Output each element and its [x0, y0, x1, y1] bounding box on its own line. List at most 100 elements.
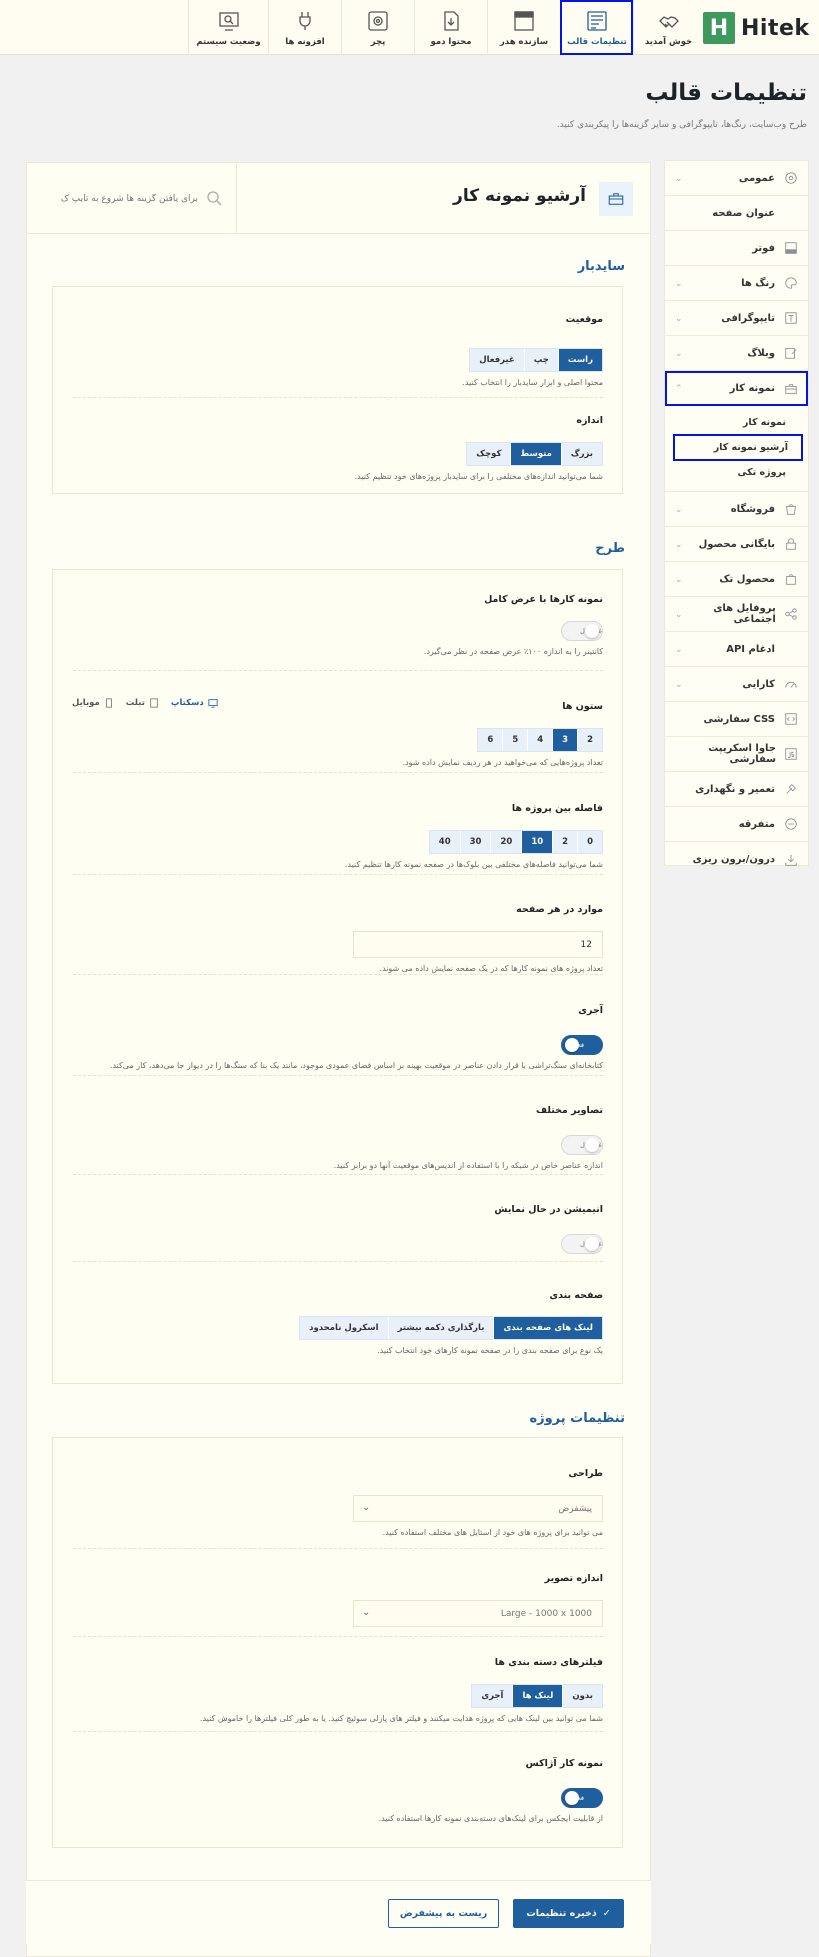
chevron-down-icon: ⌄ — [675, 540, 683, 550]
field-label: نمونه کارها با عرض کامل — [484, 594, 603, 605]
size-medium-button[interactable]: متوسط — [510, 443, 561, 465]
sidebar-item-single-product[interactable]: محصول تک ⌄ — [665, 562, 808, 597]
spacing-10-button[interactable]: 10 — [521, 831, 553, 853]
archive-lock-icon — [783, 537, 798, 552]
tab-label: سازنده هدر — [499, 36, 549, 47]
subitem-single-project[interactable]: پروژه تکی — [665, 460, 808, 485]
field-fullwidth: نمونه کارها با عرض کامل غیرفعال کانتینر … — [53, 594, 622, 656]
sidebar-item-label: عمومی — [738, 172, 775, 184]
sidebar-item-label: بایگانی محصول — [698, 538, 775, 550]
subitem-portfolio-archive[interactable]: آرشیو نمونه کار — [673, 434, 803, 461]
field-label: نمونه کار آژاکس — [525, 1758, 603, 1769]
columns-2-button[interactable]: 2 — [577, 729, 602, 751]
field-description: محتوا اصلی و ابزار سایدبار را انتخاب کنی… — [462, 378, 603, 387]
fullwidth-toggle[interactable]: غیرفعال — [561, 621, 603, 641]
field-mixed-images: تصاویر مختلف غیرفعال اندازه عناصر خاص در… — [53, 1105, 622, 1170]
save-settings-button[interactable]: ✓ ذخیره تنظیمات — [513, 1899, 624, 1928]
sidebar-item-portfolio[interactable]: نمونه کار ⌃ — [665, 371, 808, 406]
sidebar-item-shop[interactable]: فروشگاه ⌄ — [665, 492, 808, 527]
chevron-down-icon: ⌄ — [675, 174, 683, 184]
spacing-40-button[interactable]: 40 — [430, 831, 460, 853]
import-document-icon — [444, 10, 459, 31]
sidebar-item-colors[interactable]: رنگ ها ⌄ — [665, 266, 808, 301]
size-large-button[interactable]: بزرگ — [560, 443, 602, 465]
sidebar-item-blog[interactable]: وبلاگ ⌄ — [665, 336, 808, 371]
tab-system-status[interactable]: وضعیت سیستم — [188, 0, 268, 55]
spacing-30-button[interactable]: 30 — [459, 831, 491, 853]
tab-welcome[interactable]: خوش آمدید — [633, 0, 703, 55]
tab-header-builder[interactable]: سازنده هدر — [487, 0, 560, 55]
columns-3-button[interactable]: 3 — [552, 729, 578, 751]
sidebar-item-product-archive[interactable]: بایگانی محصول ⌄ — [665, 527, 808, 562]
columns-4-button[interactable]: 4 — [527, 729, 552, 751]
reset-defaults-button[interactable]: ریست به پیشفرض — [388, 1899, 499, 1928]
filters-links-button[interactable]: لینک ها — [512, 1685, 563, 1707]
javascript-icon — [784, 747, 798, 762]
sidebar-item-label: درون/برون ریزی — [692, 854, 775, 865]
divider — [73, 1636, 603, 1637]
design-select[interactable]: پیشفرض ⌄ — [353, 1495, 603, 1522]
columns-6-button[interactable]: 6 — [478, 729, 502, 751]
pagination-infinite-button[interactable]: اسکرول نامحدود — [300, 1317, 387, 1339]
columns-5-button[interactable]: 5 — [502, 729, 527, 751]
position-right-button[interactable]: راست — [557, 349, 602, 371]
device-desktop[interactable]: دسکتاپ — [171, 698, 218, 708]
chevron-down-icon: ⌄ — [362, 1607, 371, 1618]
tab-demo-content[interactable]: محتوا دمو — [414, 0, 487, 55]
device-label: دسکتاپ — [170, 698, 204, 708]
ajax-toggle[interactable]: فعال — [561, 1788, 603, 1808]
size-small-button[interactable]: کوچک — [467, 443, 510, 465]
tab-patcher[interactable]: پچر — [341, 0, 414, 55]
sidebar-item-label: ادغام API — [726, 643, 775, 655]
spacing-2-button[interactable]: 2 — [552, 831, 577, 853]
position-disabled-button[interactable]: غیرفعال — [470, 349, 524, 371]
mixed-images-toggle[interactable]: غیرفعال — [561, 1135, 603, 1155]
tablet-icon — [150, 698, 158, 708]
spacing-20-button[interactable]: 20 — [490, 831, 521, 853]
field-label: فاصله بین پروژه ها — [511, 803, 603, 814]
columns-button-group: 2 3 4 5 6 — [477, 728, 603, 752]
sidebar-item-custom-js[interactable]: جاوا اسکریپت سفارشی — [665, 737, 808, 772]
field-description: می توانید برای پروژه های خود از استایل ه… — [382, 1528, 603, 1537]
device-tablet[interactable]: تبلت — [126, 698, 159, 708]
filters-masonry-button[interactable]: آجری — [472, 1685, 512, 1707]
subitem-portfolio[interactable]: نمونه کار — [665, 410, 808, 435]
sidebar-item-social[interactable]: پروفایل های اجتماعی ⌄ — [665, 597, 808, 632]
spacing-0-button[interactable]: 0 — [577, 831, 602, 853]
animation-toggle[interactable]: غیرفعال — [561, 1234, 603, 1254]
sidebar-item-typography[interactable]: تایپوگرافی ⌄ — [665, 301, 808, 336]
pagination-load-more-button[interactable]: بارگذاری دکمه بیشتر — [387, 1317, 494, 1339]
filters-none-button[interactable]: بدون — [562, 1685, 602, 1707]
sidebar-item-page-title[interactable]: عنوان صفحه — [665, 196, 808, 231]
sidebar-item-import-export[interactable]: درون/برون ریزی — [665, 842, 808, 877]
search-input[interactable] — [39, 193, 198, 204]
plug-icon — [299, 11, 311, 30]
settings-window-icon — [587, 10, 607, 31]
field-label: تصاویر مختلف — [536, 1105, 603, 1116]
sidebar-item-misc[interactable]: متفرقه — [665, 807, 808, 842]
sidebar-item-label: نمونه کار — [729, 383, 775, 394]
tab-plugins[interactable]: افزونه ها — [268, 0, 341, 55]
tab-label: پچر — [370, 36, 386, 47]
masonry-toggle[interactable]: فعال — [561, 1035, 603, 1055]
tab-theme-settings[interactable]: تنظیمات قالب — [560, 0, 633, 55]
layout-options-panel: نمونه کارها با عرض کامل غیرفعال کانتینر … — [52, 569, 623, 1384]
sidebar-item-api[interactable]: ادغام API ⌄ — [665, 632, 808, 667]
divider — [73, 974, 603, 975]
title-icon — [783, 206, 798, 221]
sidebar-item-general[interactable]: عمومی ⌄ — [665, 161, 808, 196]
position-left-button[interactable]: چپ — [523, 349, 558, 371]
sidebar-item-footer[interactable]: فوتر — [665, 231, 808, 266]
pagination-button-group: لینک های صفحه بندی بارگذاری دکمه بیشتر ا… — [299, 1316, 603, 1340]
per-page-input[interactable] — [353, 931, 603, 958]
sidebar-item-maintenance[interactable]: تعمیر و نگهداری — [665, 772, 808, 807]
sidebar-item-custom-css[interactable]: CSS سفارشی — [665, 702, 808, 737]
device-mobile[interactable]: موبایل — [72, 698, 114, 708]
section-header: آرشیو نمونه کار — [27, 163, 650, 234]
image-size-select[interactable]: Large - 1000 x 1000 ⌄ — [353, 1600, 603, 1627]
brand-logo[interactable]: H Hitek — [703, 10, 811, 46]
sidebar-item-performance[interactable]: کارایی ⌄ — [665, 667, 808, 702]
speed-gauge-icon — [783, 677, 798, 692]
field-description: کتابخانه‌ای سنگ‌تراشی با قرار دادن عناصر… — [109, 1061, 603, 1070]
pagination-links-button[interactable]: لینک های صفحه بندی — [493, 1317, 602, 1339]
